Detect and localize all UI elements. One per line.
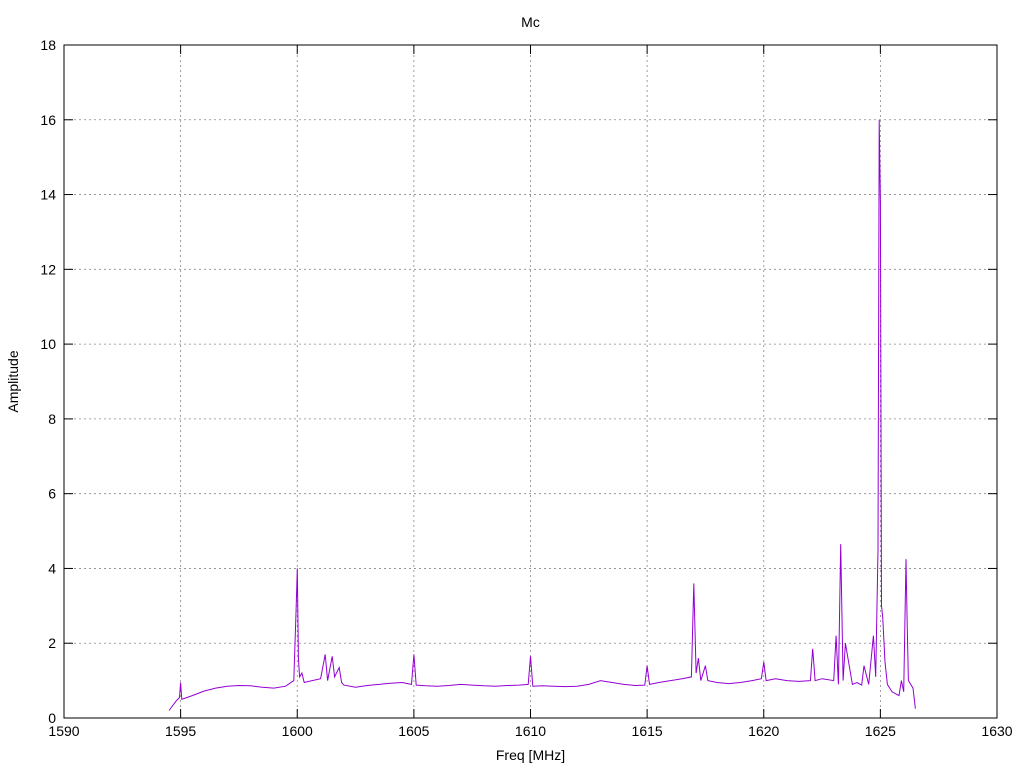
y-tick-label: 10: [40, 336, 56, 352]
y-axis-label: Amplitude: [5, 350, 21, 412]
x-tick-label: 1595: [165, 723, 196, 739]
y-tick-label: 12: [40, 261, 56, 277]
x-tick-label: 1605: [398, 723, 429, 739]
x-tick-label: 1600: [282, 723, 313, 739]
x-axis-label: Freq [MHz]: [496, 747, 565, 763]
x-tick-label: 1610: [515, 723, 546, 739]
y-tick-label: 0: [48, 710, 56, 726]
series-line: [168, 119, 916, 711]
y-tick-label: 6: [48, 486, 56, 502]
chart: 1590 1595 1600 1605 1610 1615 1620 1625 16300246…: [5, 14, 1013, 763]
x-tick-label: 1615: [632, 723, 663, 739]
x-tick-label: 1625: [865, 723, 896, 739]
tick-labels: 1590 1595 1600 1605 1610 1615 1620 1625 16300246…: [40, 37, 1012, 739]
chart-title: Mc: [521, 14, 540, 30]
y-tick-label: 14: [40, 187, 56, 203]
y-tick-label: 16: [40, 112, 56, 128]
x-tick-label: 1620: [748, 723, 779, 739]
y-tick-label: 8: [48, 411, 56, 427]
x-tick-label: 1630: [981, 723, 1012, 739]
y-tick-label: 2: [48, 635, 56, 651]
y-tick-label: 4: [48, 560, 56, 576]
grid-lines: [64, 45, 997, 718]
y-tick-label: 18: [40, 37, 56, 53]
